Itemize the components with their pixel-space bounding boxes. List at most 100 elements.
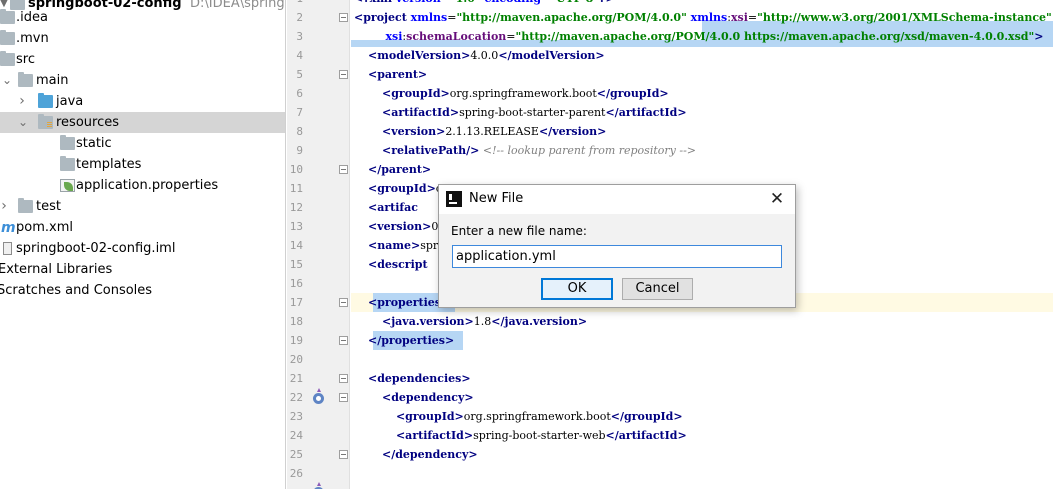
tree-item-label: test xyxy=(36,199,61,214)
code-token: = xyxy=(441,0,450,5)
tree-item-label: main xyxy=(36,73,69,88)
file-name-input[interactable] xyxy=(452,245,782,268)
code-token: 4.0.0 xyxy=(470,49,499,62)
code-token: </modelVersion> xyxy=(498,49,605,62)
code-line: <name>spri xyxy=(354,236,442,255)
code-line: <parent> xyxy=(354,65,427,84)
line-number: 13 xyxy=(289,220,303,233)
code-token: </dependency> xyxy=(381,448,478,461)
tree-item-static[interactable]: static xyxy=(0,133,285,154)
tree-item-label: pom.xml xyxy=(16,220,73,235)
code-line: xsi:schemaLocation="http://maven.apache.… xyxy=(354,27,1043,46)
code-token: org.springframework.boot xyxy=(463,410,611,423)
code-token: <!-- lookup parent from repository --> xyxy=(482,144,696,157)
line-number: 10 xyxy=(289,163,303,176)
cancel-button[interactable]: Cancel xyxy=(622,278,693,300)
fold-marker-icon[interactable] xyxy=(339,13,348,22)
maven-icon: m xyxy=(1,220,16,236)
code-token: <dependency> xyxy=(381,391,474,404)
folder-icon xyxy=(0,51,15,66)
dependency-override-icon[interactable] xyxy=(313,388,324,404)
code-line: <project xmlns = "http://maven.apache.org/… xyxy=(354,8,1052,27)
chevron-right-icon[interactable]: › xyxy=(16,91,28,112)
fold-marker-icon[interactable] xyxy=(339,298,348,307)
fold-marker-icon[interactable] xyxy=(339,336,348,345)
tree-item-java[interactable]: › java xyxy=(0,91,285,112)
code-token: <modelVersion> xyxy=(368,49,471,62)
tree-item-templates[interactable]: templates xyxy=(0,154,285,175)
tree-item-resources[interactable]: ⌄ resources xyxy=(0,112,285,133)
tree-item-iml[interactable]: springboot-02-config.iml xyxy=(0,238,285,259)
line-number: 23 xyxy=(289,410,303,423)
line-number: 17 xyxy=(289,296,303,309)
line-number: 5 xyxy=(296,68,303,81)
line-number: 22 xyxy=(289,391,303,404)
code-token: <artifac xyxy=(368,201,418,214)
code-token: <groupId> xyxy=(395,410,464,423)
chevron-down-icon[interactable]: ⌄ xyxy=(17,112,29,133)
code-line: <artifactId>spring-boot-starter-web</art… xyxy=(354,426,687,445)
tree-item-src[interactable]: ⌄ src xyxy=(0,49,285,70)
tree-item-external-libraries[interactable]: External Libraries xyxy=(0,259,285,280)
tree-item-scratches[interactable]: Scratches and Consoles xyxy=(0,280,285,301)
tree-item-idea[interactable]: › .idea xyxy=(0,7,285,28)
code-token: <version> xyxy=(381,125,446,138)
fold-marker-icon[interactable] xyxy=(339,70,348,79)
close-icon[interactable]: ✕ xyxy=(765,188,789,210)
code-line: <artifac xyxy=(354,198,418,217)
code-token: ?> xyxy=(599,0,615,5)
code-token: schemaLocation xyxy=(406,30,507,43)
line-number: 15 xyxy=(289,258,303,271)
tree-item-label: .idea xyxy=(16,10,48,25)
tree-item-label: static xyxy=(76,136,112,151)
project-tree: ▼ springboot-02-config D:\IDEA\springboo… xyxy=(0,0,286,489)
fold-marker-icon[interactable] xyxy=(339,374,348,383)
tree-item-main[interactable]: ⌄ main xyxy=(0,70,285,91)
tree-item-label: resources xyxy=(56,115,120,130)
line-number: 18 xyxy=(289,315,303,328)
new-file-dialog: New File ✕ Enter a new file name: OK Can… xyxy=(438,184,796,308)
code-token: "http://www.w3.org/2001/XMLSchema-instan… xyxy=(757,11,1052,24)
code-token: <artifactId> xyxy=(381,106,460,119)
code-token: <dependencies> xyxy=(368,372,471,385)
fold-marker-icon[interactable] xyxy=(339,165,348,174)
chevron-down-icon[interactable]: ⌄ xyxy=(1,70,13,91)
fold-marker-icon[interactable] xyxy=(339,450,348,459)
dialog-title: New File xyxy=(469,191,524,206)
chevron-right-icon[interactable]: › xyxy=(0,196,10,217)
code-token: 1.8 xyxy=(473,315,492,328)
code-line: <java.version>1.8</java.version> xyxy=(354,312,587,331)
line-number: 9 xyxy=(296,144,303,157)
ok-button[interactable]: OK xyxy=(541,278,613,300)
code-token: = xyxy=(506,30,516,43)
folder-icon xyxy=(18,198,33,213)
code-line: <version>0 xyxy=(354,217,438,236)
code-token: org.springframework.boot xyxy=(449,87,597,100)
code-token: xmlns xyxy=(690,11,728,24)
line-number: 14 xyxy=(289,239,303,252)
folder-icon xyxy=(0,30,15,45)
line-number: 6 xyxy=(296,87,303,100)
line-number: 2 xyxy=(296,11,303,24)
code-line: <?xml version="1.0" encoding="UTF-8"?> xyxy=(354,0,615,8)
resources-folder-icon xyxy=(38,114,53,129)
code-line: <version>2.1.13.RELEASE</version> xyxy=(354,122,606,141)
fold-marker-icon[interactable] xyxy=(339,393,348,402)
code-line: <groupId>org.springframework.boot</group… xyxy=(354,407,683,426)
code-token: <groupId> xyxy=(381,87,450,100)
tree-item-label: .mvn xyxy=(16,31,49,46)
spring-properties-icon xyxy=(60,179,75,192)
tree-item-mvn[interactable]: › .mvn xyxy=(0,28,285,49)
tree-item-test[interactable]: › test xyxy=(0,196,285,217)
tree-item-application-properties[interactable]: application.properties xyxy=(0,175,285,196)
dialog-title-bar[interactable]: New File ✕ xyxy=(439,185,795,214)
tree-item-pom-xml[interactable]: m pom.xml xyxy=(0,217,285,238)
